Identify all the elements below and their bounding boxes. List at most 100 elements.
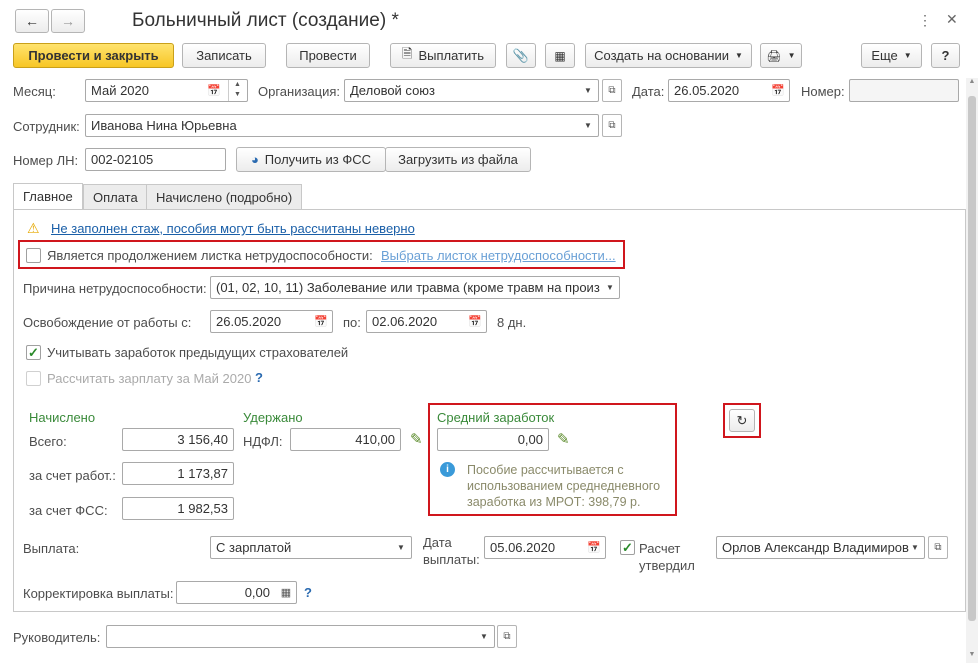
ndfl-value: 410,00 [355, 432, 395, 447]
payment-date-label: Дата выплаты: [423, 535, 480, 567]
month-label: Месяц: [13, 84, 56, 99]
open-org-button[interactable]: ⧉ [602, 79, 622, 102]
print-button[interactable]: 🖨 ▼ [760, 43, 802, 68]
calculator-icon[interactable]: ▦ [276, 582, 296, 603]
post-button[interactable]: Провести [286, 43, 370, 68]
accrued-heading: Начислено [29, 410, 96, 425]
structure-icon: ▦ [554, 48, 566, 63]
close-icon[interactable]: ✕ [946, 11, 958, 28]
chevron-down-icon[interactable]: ▼ [906, 537, 924, 558]
employee-field[interactable]: Иванова Нина Юрьевна [85, 114, 599, 137]
number-label: Номер: [801, 84, 845, 99]
manager-field[interactable] [106, 625, 495, 648]
calendar-icon[interactable]: 📅 [584, 537, 604, 558]
chevron-down-icon[interactable]: ▼ [392, 537, 410, 558]
scroll-up-arrow[interactable]: ▲ [966, 78, 978, 90]
scrollbar-thumb[interactable] [968, 96, 976, 621]
open-employee-button[interactable]: ⧉ [602, 114, 622, 137]
approver-field[interactable]: Орлов Александр Владимиров [716, 536, 925, 559]
accrued-total-field[interactable]: 3 156,40 [122, 428, 234, 451]
chevron-down-icon[interactable]: ▼ [579, 80, 597, 101]
get-fss-button[interactable]: ◕ Получить из ФСС [236, 147, 386, 172]
accrued-total-label: Всего: [29, 434, 67, 449]
month-value: Май 2020 [91, 83, 149, 98]
scroll-down-arrow[interactable]: ▼ [966, 651, 978, 663]
approved-label: Расчет утвердил [639, 541, 695, 573]
open-approver-button[interactable]: ⧉ [928, 536, 948, 559]
ln-label: Номер ЛН: [13, 153, 79, 168]
prev-earnings-checkbox[interactable]: ✓ [26, 345, 41, 360]
calc-salary-checkbox[interactable] [26, 371, 41, 386]
average-value: 0,00 [517, 432, 543, 447]
refresh-icon: ↻ [736, 412, 748, 428]
reason-value: (01, 02, 10, 11) Заболевание или травма … [216, 280, 600, 295]
open-manager-button[interactable]: ⧉ [497, 625, 517, 648]
calc-salary-help[interactable]: ? [255, 370, 263, 385]
fss-icon: ◕ [250, 152, 259, 167]
reason-field[interactable]: (01, 02, 10, 11) Заболевание или травма … [210, 276, 620, 299]
calendar-icon[interactable]: 📅 [311, 311, 331, 332]
get-fss-label: Получить из ФСС [264, 152, 372, 167]
correction-label: Корректировка выплаты: [23, 586, 174, 601]
warning-icon: ⚠ [27, 220, 40, 236]
chevron-down-icon[interactable]: ▼ [475, 626, 493, 647]
open-icon: ⧉ [934, 542, 942, 553]
org-label: Организация: [258, 84, 341, 99]
select-sheet-link[interactable]: Выбрать листок нетрудоспособности... [381, 248, 616, 263]
ln-field[interactable]: 002-02105 [85, 148, 226, 171]
tab-main[interactable]: Главное [13, 183, 83, 210]
print-icon: 🖨 [766, 48, 782, 63]
pay-button[interactable]: 🗎 Выплатить [390, 43, 496, 68]
approver-value: Орлов Александр Владимиров [722, 540, 909, 555]
number-field[interactable] [849, 79, 959, 102]
post-and-close-button[interactable]: Провести и закрыть [13, 43, 174, 68]
load-file-button[interactable]: Загрузить из файла [385, 147, 531, 172]
chevron-down-icon[interactable]: ▼ [601, 277, 619, 298]
pencil-icon[interactable]: ✎ [410, 430, 423, 448]
payment-field[interactable]: С зарплатой [210, 536, 412, 559]
warning-link[interactable]: Не заполнен стаж, пособия могут быть рас… [51, 221, 415, 236]
continuation-checkbox[interactable] [26, 248, 41, 263]
average-field[interactable]: 0,00 [437, 428, 549, 451]
chevron-down-icon: ▼ [734, 51, 743, 60]
tab-accrued-detail[interactable]: Начислено (подробно) [146, 184, 303, 210]
calendar-icon[interactable]: 📅 [465, 311, 485, 332]
accrued-employer-field[interactable]: 1 173,87 [122, 462, 234, 485]
info-icon: i [440, 462, 455, 477]
calendar-icon[interactable]: 📅 [768, 80, 788, 101]
ndfl-field[interactable]: 410,00 [290, 428, 401, 451]
employee-label: Сотрудник: [13, 119, 80, 134]
accrued-employer-value: 1 173,87 [177, 466, 228, 481]
structure-button[interactable]: ▦ [545, 43, 575, 68]
paperclip-icon: 📎 [512, 47, 530, 63]
continuation-label: Является продолжением листка нетрудоспос… [47, 248, 373, 263]
scrollbar[interactable]: ▲ ▼ [966, 78, 978, 663]
accrued-fss-field[interactable]: 1 982,53 [122, 497, 234, 520]
forward-button[interactable]: → [51, 9, 85, 33]
refresh-button[interactable]: ↻ [729, 409, 755, 432]
open-icon: ⧉ [503, 631, 511, 642]
pencil-icon[interactable]: ✎ [557, 430, 570, 448]
more-vertical-icon[interactable]: ⋮ [918, 12, 932, 29]
open-icon: ⧉ [608, 85, 616, 96]
save-button[interactable]: Записать [182, 43, 266, 68]
calendar-icon[interactable]: 📅 [204, 80, 224, 101]
chevron-down-icon: ▼ [787, 51, 796, 60]
more-button[interactable]: Еще ▼ [861, 43, 922, 68]
back-button[interactable]: ← [15, 9, 49, 33]
chevron-down-icon[interactable]: ▼ [579, 115, 597, 136]
correction-help[interactable]: ? [304, 585, 312, 600]
create-based-button[interactable]: Создать на основании ▼ [585, 43, 752, 68]
accrued-fss-label: за счет ФСС: [29, 503, 108, 518]
attach-button[interactable]: 📎 [506, 43, 536, 68]
approved-checkbox[interactable]: ✓ [620, 540, 635, 555]
chevron-down-icon: ▼ [903, 51, 912, 60]
month-stepper[interactable]: ▲ ▼ [228, 80, 246, 101]
help-button[interactable]: ? [931, 43, 960, 68]
org-field[interactable]: Деловой союз [344, 79, 599, 102]
ln-value: 002-02105 [91, 152, 154, 167]
release-from-value: 26.05.2020 [216, 314, 282, 329]
payment-value: С зарплатой [216, 540, 292, 555]
tab-payment[interactable]: Оплата [83, 184, 148, 210]
more-label: Еще [871, 48, 898, 63]
